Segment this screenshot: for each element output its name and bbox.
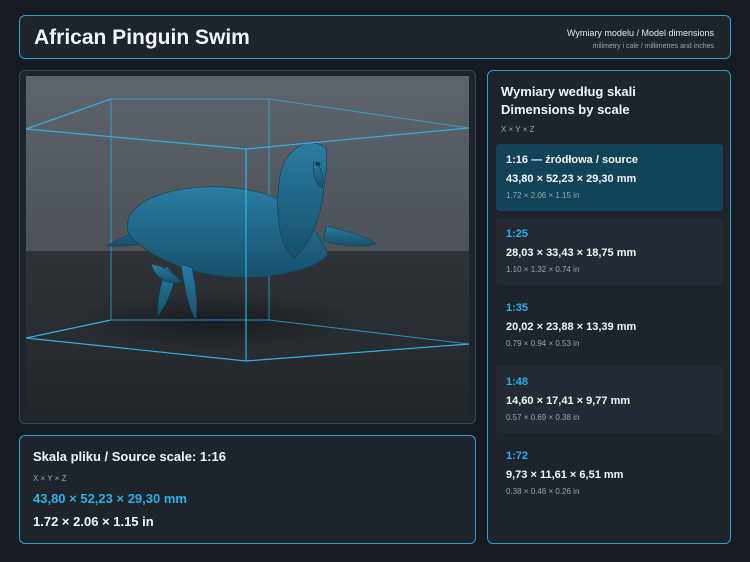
penguin-eye <box>315 162 321 166</box>
scale-label: 1:35 <box>506 302 529 314</box>
scale-dimensions-mm: 28,03 × 33,43 × 18,75 mm <box>506 247 637 259</box>
scale-label: 1:48 <box>506 376 529 388</box>
scale-label: 1:25 <box>506 228 529 240</box>
scale-dimensions-in: 0.79 × 0.94 × 0.53 in <box>506 339 580 348</box>
model-viewport[interactable] <box>19 70 476 424</box>
scales-panel: Wymiary według skali Dimensions by scale… <box>487 70 731 544</box>
header-panel: African Pinguin Swim Wymiary modelu / Mo… <box>19 15 731 59</box>
source-scale-title: Skala pliku / Source scale: 1:16 <box>33 449 226 464</box>
header-units-note: milimetry i cale / millimetres and inche… <box>592 43 714 50</box>
scale-card-1-25[interactable]: 1:25 28,03 × 33,43 × 18,75 mm 1.10 × 1.3… <box>496 218 723 285</box>
scales-axes-label: X × Y × Z <box>501 125 535 134</box>
scale-dimensions-mm: 43,80 × 52,23 × 29,30 mm <box>506 173 637 185</box>
scale-dimensions-mm: 20,02 × 23,88 × 13,39 mm <box>506 321 637 333</box>
scale-card-1-16[interactable]: 1:16 — źródłowa / source 43,80 × 52,23 ×… <box>496 144 723 211</box>
source-dimensions-in: 1.72 × 2.06 × 1.15 in <box>33 514 154 529</box>
source-axes-label: X × Y × Z <box>33 474 67 483</box>
scale-dimensions-in: 1.10 × 1.32 × 0.74 in <box>506 265 580 274</box>
scale-label: 1:72 <box>506 450 529 462</box>
scale-dimensions-in: 0.38 × 0.46 × 0.26 in <box>506 487 580 496</box>
scales-title-en: Dimensions by scale <box>501 102 630 117</box>
scale-card-1-72[interactable]: 1:72 9,73 × 11,61 × 6,51 mm 0.38 × 0.46 … <box>496 440 723 507</box>
scale-label: 1:16 — źródłowa / source <box>506 154 639 166</box>
scale-card-1-35[interactable]: 1:35 20,02 × 23,88 × 13,39 mm 0.79 × 0.9… <box>496 292 723 359</box>
scales-title-pl: Wymiary według skali <box>501 84 636 99</box>
scale-dimensions-mm: 14,60 × 17,41 × 9,77 mm <box>506 395 631 407</box>
scale-dimensions-in: 0.57 × 0.69 × 0.38 in <box>506 413 580 422</box>
source-scale-panel: Skala pliku / Source scale: 1:16 X × Y ×… <box>19 435 476 544</box>
page-title: African Pinguin Swim <box>34 26 250 49</box>
header-subtitle: Wymiary modelu / Model dimensions <box>567 28 714 38</box>
source-dimensions-mm: 43,80 × 52,23 × 29,30 mm <box>33 491 187 506</box>
scale-card-1-48[interactable]: 1:48 14,60 × 17,41 × 9,77 mm 0.57 × 0.69… <box>496 366 723 433</box>
scale-dimensions-in: 1.72 × 2.06 × 1.15 in <box>506 191 580 200</box>
model-render[interactable] <box>26 76 469 419</box>
scale-dimensions-mm: 9,73 × 11,61 × 6,51 mm <box>506 469 624 481</box>
